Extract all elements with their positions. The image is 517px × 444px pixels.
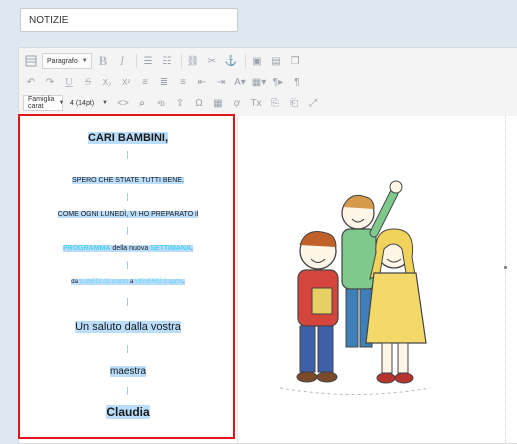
chevron-down-icon: ▼ bbox=[102, 100, 108, 106]
fullscreen-icon[interactable]: ⤢ bbox=[305, 95, 321, 111]
line-2: SPERO CHE STIATE TUTTI BENE. bbox=[19, 177, 237, 184]
end-date-text: VENERDÌ 3 aprile bbox=[135, 279, 184, 285]
unlink-icon[interactable]: ✂ bbox=[204, 53, 220, 69]
find-icon[interactable]: ⌕ bbox=[134, 95, 150, 111]
child-left bbox=[296, 231, 339, 383]
font-family-label: Famiglia carat bbox=[28, 96, 55, 110]
line-5-start: da bbox=[71, 279, 80, 285]
editor-content[interactable]: CARI BAMBINI, SPERO CHE STIATE TUTTI BEN… bbox=[19, 116, 517, 443]
line-7-text: maestra bbox=[109, 366, 147, 377]
clear-format-icon[interactable]: Tx bbox=[248, 95, 264, 111]
line-3-text: COME OGNI LUNEDÌ, VI HO PREPARATO il bbox=[57, 211, 199, 218]
toolbar-row-3: Famiglia carat ▼ 4 (14pt) ▼ <> ⌕ ᵃb ⇪ Ω … bbox=[23, 94, 324, 112]
paste-text-icon[interactable]: ⎗ bbox=[286, 95, 302, 111]
strike-icon[interactable]: ợ bbox=[229, 95, 245, 111]
text-color-icon[interactable]: A▾ bbox=[232, 74, 248, 90]
font-family-select[interactable]: Famiglia carat ▼ bbox=[23, 95, 65, 111]
resize-handle[interactable] bbox=[504, 266, 507, 269]
greeting-text: CARI BAMBINI, bbox=[87, 132, 169, 144]
text-column: CARI BAMBINI, SPERO CHE STIATE TUTTI BEN… bbox=[19, 116, 237, 443]
title-input[interactable]: NOTIZIE bbox=[20, 8, 238, 32]
toolbar-separator bbox=[245, 54, 246, 68]
paragraph-format-label: Paragrafo bbox=[47, 57, 78, 65]
line-4-middle: della nuova bbox=[110, 245, 151, 252]
omega-icon[interactable]: Ω bbox=[191, 95, 207, 111]
bold-icon[interactable]: B bbox=[95, 53, 111, 69]
ltr-icon[interactable]: ¶▸ bbox=[270, 74, 286, 90]
font-size-select[interactable]: 4 (14pt) ▼ bbox=[66, 95, 112, 111]
cursor-mark bbox=[127, 227, 128, 235]
line-6-text: Un saluto dalla vostra bbox=[75, 321, 181, 333]
align-left-icon[interactable]: ≡ bbox=[137, 74, 153, 90]
greeting-line: CARI BAMBINI, bbox=[19, 132, 237, 144]
cursor-mark bbox=[127, 387, 128, 395]
line-4-end: . bbox=[191, 245, 193, 252]
code-icon[interactable]: <> bbox=[115, 95, 131, 111]
column-divider bbox=[237, 116, 238, 443]
replace-icon[interactable]: ᵃb bbox=[153, 95, 169, 111]
page-border bbox=[505, 116, 506, 443]
strikethrough-icon[interactable]: S bbox=[80, 74, 96, 90]
copy-icon[interactable]: ❐ bbox=[287, 53, 303, 69]
numbered-list-icon[interactable]: ☷ bbox=[159, 53, 175, 69]
outdent-icon[interactable]: ⇤ bbox=[194, 74, 210, 90]
toolbar-separator bbox=[136, 54, 137, 68]
line-4: PROGRAMMA della nuova SETTIMANA. bbox=[19, 245, 237, 252]
settimana-text: SETTIMANA bbox=[150, 245, 192, 252]
grid-icon[interactable] bbox=[23, 53, 39, 69]
toolbar-separator bbox=[181, 54, 182, 68]
font-size-label: 4 (14pt) bbox=[70, 99, 95, 107]
programma-text: PROGRAMMA bbox=[63, 245, 111, 252]
cursor-mark bbox=[127, 261, 128, 269]
line-2-text: SPERO CHE STIATE TUTTI BENE. bbox=[72, 177, 184, 184]
line-6: Un saluto dalla vostra bbox=[19, 321, 237, 333]
media-icon[interactable]: ▤ bbox=[268, 53, 284, 69]
toolbar-row-2: ↶ ↷ U S X₂ X² ≡ ≣ ≡ ⇤ ⇥ A▾ ▦▾ ¶▸ ¶ bbox=[23, 73, 308, 91]
chevron-down-icon: ▼ bbox=[81, 58, 88, 64]
image-icon[interactable]: ▣ bbox=[249, 53, 265, 69]
table-icon[interactable]: ▦ bbox=[210, 95, 226, 111]
cursor-mark bbox=[127, 298, 128, 306]
line-5-end: . bbox=[183, 279, 185, 285]
editor-toolbar: Paragrafo ▼ B I ☰ ☷ ⛓ ✂ ⚓ ▣ ▤ ❐ ↶ ↷ U S … bbox=[19, 48, 517, 117]
redo-icon[interactable]: ↷ bbox=[42, 74, 58, 90]
bullet-list-icon[interactable]: ☰ bbox=[140, 53, 156, 69]
underline-icon[interactable]: U bbox=[61, 74, 77, 90]
undo-icon[interactable]: ↶ bbox=[23, 74, 39, 90]
align-center-icon[interactable]: ≣ bbox=[156, 74, 172, 90]
superscript-icon[interactable]: X² bbox=[118, 74, 134, 90]
anchor-icon[interactable]: ⚓ bbox=[223, 53, 239, 69]
line-7: maestra bbox=[19, 366, 237, 377]
line-3: COME OGNI LUNEDÌ, VI HO PREPARATO il bbox=[19, 211, 237, 218]
toolbar-row-1: Paragrafo ▼ B I ☰ ☷ ⛓ ✂ ⚓ ▣ ▤ ❐ bbox=[23, 52, 306, 70]
background-color-icon[interactable]: ▦▾ bbox=[251, 74, 267, 90]
cursor-mark bbox=[127, 345, 128, 353]
cursor-mark bbox=[127, 151, 128, 159]
indent-icon[interactable]: ⇥ bbox=[213, 74, 229, 90]
subscript-icon[interactable]: X₂ bbox=[99, 74, 115, 90]
signature-text: Claudia bbox=[106, 405, 150, 419]
start-date-text: LUNEDÌ 30 marzo bbox=[79, 279, 129, 285]
paste-word-icon[interactable]: ⎘ bbox=[267, 95, 283, 111]
children-illustration bbox=[279, 180, 431, 395]
italic-icon[interactable]: I bbox=[114, 53, 130, 69]
chevron-down-icon: ▼ bbox=[58, 100, 65, 106]
rich-text-editor: Paragrafo ▼ B I ☰ ☷ ⛓ ✂ ⚓ ▣ ▤ ❐ ↶ ↷ U S … bbox=[18, 47, 517, 444]
line-5-middle: a bbox=[128, 279, 135, 285]
line-5: da LUNEDÌ 30 marzo a VENERDÌ 3 aprile. bbox=[19, 279, 237, 285]
signature-line: Claudia bbox=[19, 405, 237, 419]
align-right-icon[interactable]: ≡ bbox=[175, 74, 191, 90]
upload-icon[interactable]: ⇪ bbox=[172, 95, 188, 111]
cursor-mark bbox=[127, 193, 128, 201]
link-icon[interactable]: ⛓ bbox=[185, 53, 201, 69]
paragraph-mark-icon[interactable]: ¶ bbox=[289, 74, 305, 90]
paragraph-format-select[interactable]: Paragrafo ▼ bbox=[42, 53, 92, 69]
